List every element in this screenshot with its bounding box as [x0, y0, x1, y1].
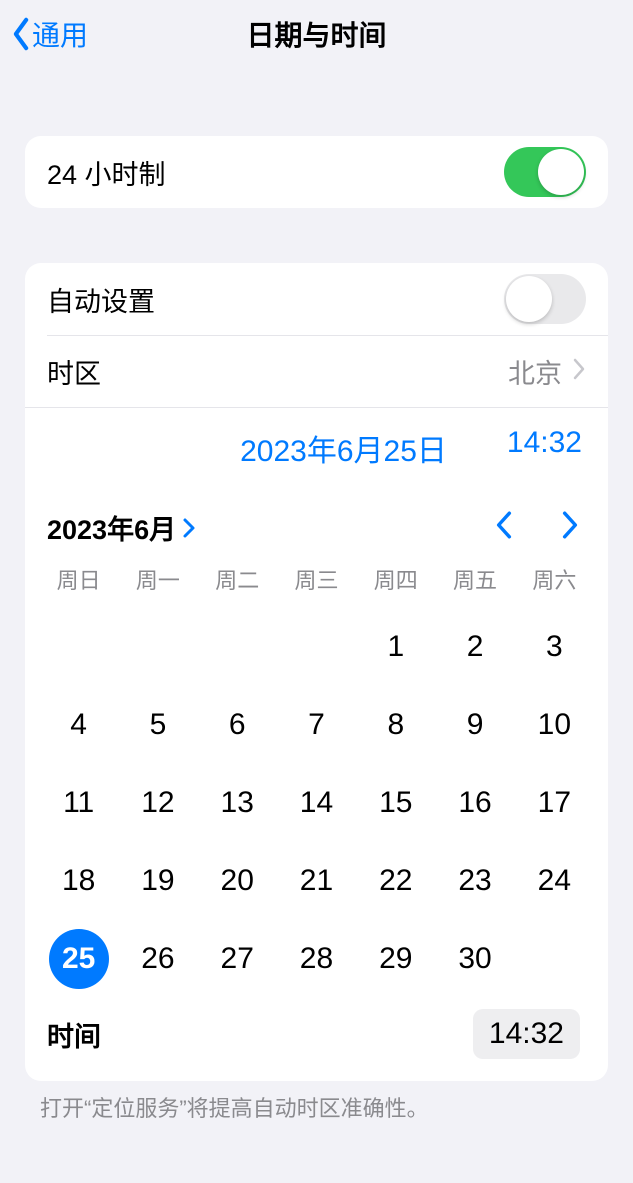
chevron-right-icon: [560, 510, 580, 540]
day-cell[interactable]: 1: [356, 617, 435, 677]
day-cell[interactable]: 12: [118, 773, 197, 833]
day-cell[interactable]: 13: [198, 773, 277, 833]
footer-hint: 打开“定位服务”将提高自动时区准确性。: [40, 1091, 593, 1123]
label-timezone: 时区: [47, 352, 101, 391]
back-button[interactable]: 通用: [0, 14, 88, 54]
day-cell[interactable]: 28: [277, 929, 356, 989]
page-title: 日期与时间: [0, 14, 633, 54]
row-selected-datetime: 2023年6月25日 14:32: [25, 407, 608, 492]
group-24hour: 24 小时制: [25, 136, 608, 208]
day-cell-empty: [198, 617, 277, 677]
day-cell[interactable]: 26: [118, 929, 197, 989]
day-cell[interactable]: 11: [39, 773, 118, 833]
time-picker[interactable]: 14:32: [473, 1009, 580, 1059]
calendar: 2023年6月 周日周一周二周三周四周五周六 1234567: [25, 492, 608, 1081]
day-cell[interactable]: 22: [356, 851, 435, 911]
value-timezone: 北京: [508, 352, 562, 391]
label-24hour: 24 小时制: [47, 153, 166, 192]
day-cell[interactable]: 18: [39, 851, 118, 911]
chevron-left-icon: [10, 16, 32, 52]
row-timezone[interactable]: 时区 北京: [47, 335, 608, 407]
day-cell[interactable]: 4: [39, 695, 118, 755]
row-time: 时间 14:32: [39, 993, 594, 1081]
day-cell[interactable]: 14: [277, 773, 356, 833]
day-cell[interactable]: 8: [356, 695, 435, 755]
day-cell[interactable]: 9: [435, 695, 514, 755]
weekday-label: 周一: [118, 563, 197, 595]
weekday-label: 周六: [515, 563, 594, 595]
day-cell[interactable]: 5: [118, 695, 197, 755]
day-cell[interactable]: 30: [435, 929, 514, 989]
day-cell[interactable]: 23: [435, 851, 514, 911]
day-cell-empty: [277, 617, 356, 677]
nav-bar: 通用 日期与时间: [0, 0, 633, 68]
weekday-label: 周五: [435, 563, 514, 595]
day-cell[interactable]: 25: [39, 929, 118, 989]
switch-24hour[interactable]: [504, 147, 586, 197]
day-cell[interactable]: 16: [435, 773, 514, 833]
day-grid: 1234567891011121314151617181920212223242…: [39, 599, 594, 993]
selected-time[interactable]: 14:32: [507, 426, 582, 470]
day-cell[interactable]: 15: [356, 773, 435, 833]
weekday-label: 周二: [198, 563, 277, 595]
chevron-right-icon: [182, 517, 196, 539]
row-auto-set: 自动设置: [25, 263, 608, 335]
month-label: 2023年6月: [47, 508, 176, 547]
prev-month-button[interactable]: [494, 510, 514, 545]
day-cell[interactable]: 17: [515, 773, 594, 833]
day-cell-empty: [39, 617, 118, 677]
selected-date[interactable]: 2023年6月25日: [240, 426, 447, 470]
weekday-label: 周四: [356, 563, 435, 595]
back-label: 通用: [32, 14, 88, 54]
weekday-header: 周日周一周二周三周四周五周六: [39, 563, 594, 599]
day-cell[interactable]: 2: [435, 617, 514, 677]
label-time: 时间: [47, 1015, 101, 1054]
day-cell[interactable]: 3: [515, 617, 594, 677]
next-month-button[interactable]: [560, 510, 580, 545]
chevron-left-icon: [494, 510, 514, 540]
label-auto-set: 自动设置: [47, 280, 155, 319]
day-cell[interactable]: 29: [356, 929, 435, 989]
switch-auto-set[interactable]: [504, 274, 586, 324]
weekday-label: 周日: [39, 563, 118, 595]
day-cell[interactable]: 24: [515, 851, 594, 911]
row-24hour: 24 小时制: [25, 136, 608, 208]
day-cell[interactable]: 7: [277, 695, 356, 755]
day-cell[interactable]: 10: [515, 695, 594, 755]
month-picker[interactable]: 2023年6月: [47, 508, 196, 547]
day-cell[interactable]: 21: [277, 851, 356, 911]
group-datetime: 自动设置 时区 北京 2023年6月25日 14:32 2023年6月: [25, 263, 608, 1081]
day-cell[interactable]: 27: [198, 929, 277, 989]
chevron-right-icon: [572, 356, 586, 387]
day-cell[interactable]: 19: [118, 851, 197, 911]
day-cell[interactable]: 20: [198, 851, 277, 911]
weekday-label: 周三: [277, 563, 356, 595]
day-cell[interactable]: 6: [198, 695, 277, 755]
day-cell-empty: [118, 617, 197, 677]
